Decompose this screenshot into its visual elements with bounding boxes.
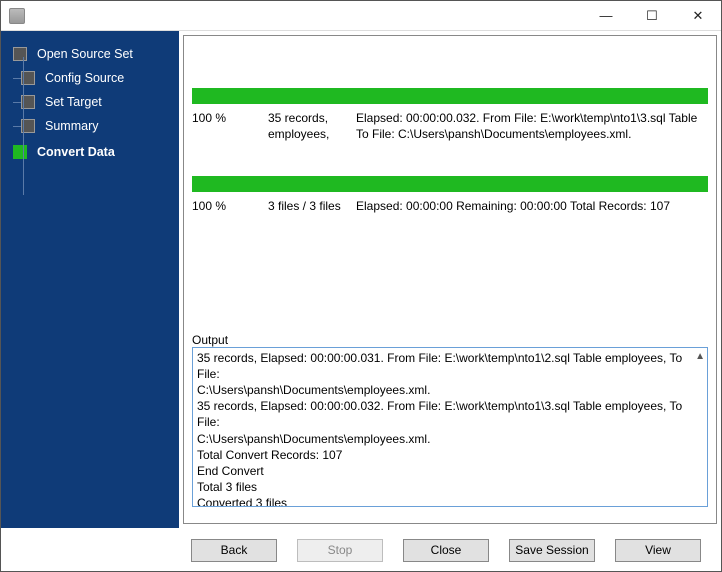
- file-progress-details: Elapsed: 00:00:00.032. From File: E:\wor…: [356, 110, 708, 142]
- content-panel: 100 % 35 records, employees, Elapsed: 00…: [183, 35, 717, 524]
- records-line: 35 records,: [268, 110, 356, 126]
- output-line: End Convert: [197, 463, 703, 479]
- step-box-icon: [13, 47, 27, 61]
- maximize-button[interactable]: ☐: [629, 1, 675, 30]
- output-log[interactable]: ▲ 35 records, Elapsed: 00:00:00.031. Fro…: [192, 347, 708, 507]
- file-progress-records: 35 records, employees,: [268, 110, 356, 142]
- output-line: 35 records, Elapsed: 00:00:00.031. From …: [197, 350, 703, 382]
- title-bar: — ☐ ✕: [1, 1, 721, 31]
- total-progress-info: 100 % 3 files / 3 files Elapsed: 00:00:0…: [192, 198, 708, 214]
- button-bar: Back Stop Close Save Session View: [1, 528, 721, 572]
- view-button[interactable]: View: [615, 539, 701, 562]
- step-set-target[interactable]: Set Target: [31, 95, 179, 109]
- step-label: Open Source Set: [37, 47, 133, 61]
- output-label: Output: [192, 333, 708, 347]
- step-label: Config Source: [45, 71, 124, 85]
- file-progress-bar: [192, 88, 708, 104]
- total-progress-files: 3 files / 3 files: [268, 198, 356, 214]
- minimize-button[interactable]: —: [583, 1, 629, 30]
- back-button[interactable]: Back: [191, 539, 277, 562]
- output-line: Total 3 files: [197, 479, 703, 495]
- tree-branch: [13, 102, 21, 103]
- step-box-icon: [13, 145, 27, 159]
- step-open-source-set[interactable]: Open Source Set: [13, 47, 179, 61]
- save-session-button[interactable]: Save Session: [509, 539, 595, 562]
- total-progress-bar: [192, 176, 708, 192]
- step-label: Summary: [45, 119, 98, 133]
- tree-branch: [13, 78, 21, 79]
- elapsed-from-line: Elapsed: 00:00:00.032. From File: E:\wor…: [356, 110, 708, 126]
- output-line: Converted 3 files: [197, 495, 703, 506]
- total-progress-details: Elapsed: 00:00:00 Remaining: 00:00:00 To…: [356, 198, 708, 214]
- main-area: Open Source Set Config Source Set Target…: [1, 31, 721, 528]
- output-line: Total Convert Records: 107: [197, 447, 703, 463]
- step-label: Convert Data: [37, 145, 115, 159]
- scroll-up-icon[interactable]: ▲: [695, 350, 705, 364]
- output-line: C:\Users\pansh\Documents\employees.xml.: [197, 431, 703, 447]
- total-progress-block: 100 % 3 files / 3 files Elapsed: 00:00:0…: [192, 176, 708, 214]
- wizard-sidebar: Open Source Set Config Source Set Target…: [1, 31, 179, 528]
- window-controls: — ☐ ✕: [583, 1, 721, 30]
- stop-button: Stop: [297, 539, 383, 562]
- output-line: 35 records, Elapsed: 00:00:00.032. From …: [197, 398, 703, 430]
- tree-branch: [13, 126, 21, 127]
- file-progress-block: 100 % 35 records, employees, Elapsed: 00…: [192, 88, 708, 142]
- close-button[interactable]: Close: [403, 539, 489, 562]
- output-line: C:\Users\pansh\Documents\employees.xml.: [197, 382, 703, 398]
- app-icon: [9, 8, 25, 24]
- step-convert-data[interactable]: Convert Data: [13, 145, 179, 159]
- close-window-button[interactable]: ✕: [675, 1, 721, 30]
- step-label: Set Target: [45, 95, 102, 109]
- file-progress-percent: 100 %: [192, 110, 268, 142]
- step-config-source[interactable]: Config Source: [31, 71, 179, 85]
- to-file-line: To File: C:\Users\pansh\Documents\employ…: [356, 126, 708, 142]
- table-line: employees,: [268, 126, 356, 142]
- tree-connector: [23, 57, 24, 195]
- total-progress-percent: 100 %: [192, 198, 268, 214]
- step-summary[interactable]: Summary: [31, 119, 179, 133]
- file-progress-info: 100 % 35 records, employees, Elapsed: 00…: [192, 110, 708, 142]
